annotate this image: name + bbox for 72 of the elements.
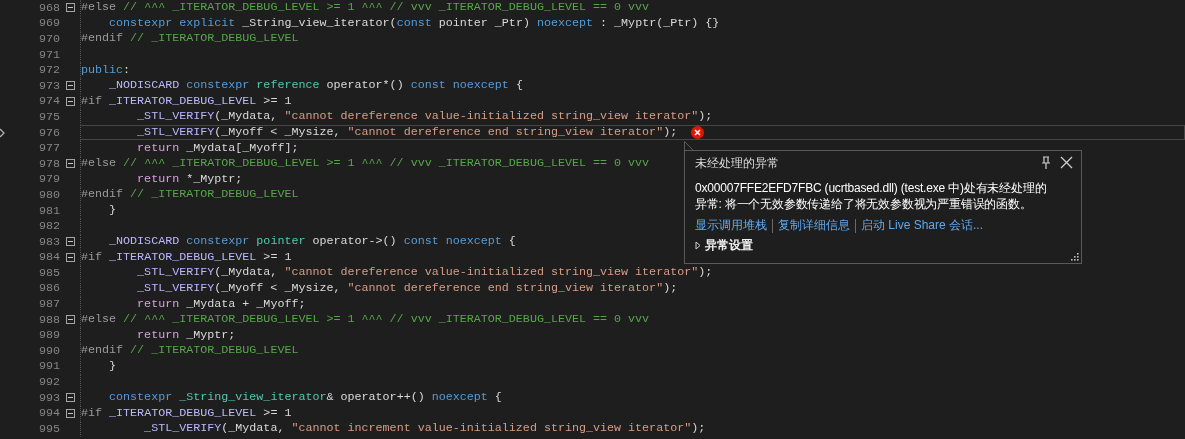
popup-title: 未经处理的异常 [695,154,779,172]
code-line: #endif // _ITERATOR_DEBUG_LEVEL [81,188,299,202]
line-number: 980 [37,187,60,202]
line-number: 988 [37,312,60,327]
line-number: 987 [37,297,60,312]
code-line: } [108,359,117,373]
collapse-icon[interactable] [65,96,75,106]
line-number: 995 [37,421,60,436]
code-line: return _Myptr; [136,328,236,342]
line-number: 970 [37,32,60,46]
code-line: _STL_VERIFY(_Myoff < _Mysize, "cannot dereference end string_view iterator"); [136,282,678,295]
code-line: #if _ITERATOR_DEBUG_LEVEL >= 1 [81,406,292,420]
exception-settings-toggle[interactable]: 异常设置 [705,238,753,253]
code-line: _NODISCARD constexpr pointer operator->() const noexcept { [108,235,516,249]
collapse-icon[interactable] [65,81,75,91]
collapse-icon[interactable] [65,237,75,247]
line-number: 989 [37,328,60,343]
popup-link[interactable]: 复制详细信息 [778,218,850,233]
code-line: _STL_VERIFY(_Mydata, "cannot dereference value-initialized string_view iterator"); [136,110,713,124]
line-number: 985 [37,265,60,280]
resize-grip-icon[interactable] [1069,251,1079,261]
code-line: #else // ^^^ _ITERATOR_DEBUG_LEVEL >= 1 ^^^ // vvv _ITERATOR_DEBUG_LEVEL == 0 vvv [81,313,650,327]
code-line: _STL_VERIFY(_Mydata, "cannot increment value-initialized string_view iterator"); [143,422,706,436]
code-line: constexpr explicit _String_view_iterator(const pointer _Ptr) noexcept : _Myptr(_Ptr) {} [108,16,720,30]
pin-icon[interactable] [1040,156,1052,170]
line-number: 971 [37,47,60,62]
line-number: 990 [37,343,60,358]
line-number: 982 [37,219,60,234]
collapse-icon[interactable] [65,315,75,325]
popup-link[interactable]: 启动 Live Share 会话... [861,218,984,233]
line-number: 974 [37,94,60,109]
line-number: 976 [37,125,60,140]
exception-message: 0x00007FFE2EFD7FBC (ucrtbased.dll) (test.exe 中)处有未经处理的异常: 将一个无效参数传递给了将无效参数视为严重错误的函数。 [695,180,1048,212]
line-number: 981 [37,203,60,218]
line-number: 979 [37,172,60,187]
line-number: 991 [37,359,60,374]
close-icon[interactable] [1060,156,1073,170]
collapse-icon[interactable] [65,159,75,169]
line-number: 983 [37,234,60,249]
line-number: 986 [37,281,60,296]
line-number: 973 [37,78,60,93]
code-line: #if _ITERATOR_DEBUG_LEVEL >= 1 [81,94,292,108]
code-line: constexpr _String_view_iterator& operator++() noexcept { [108,391,502,405]
line-number: 968 [37,0,60,15]
code-line: return _Mydata + _Myoff; [136,297,306,311]
line-number: 978 [37,156,60,171]
code-line: _STL_VERIFY(_Mydata, "cannot dereference value-initialized string_view iterator"); [136,266,713,280]
code-line: public: [81,63,131,77]
line-number: 994 [37,406,60,421]
line-number: 969 [37,16,60,31]
popup-link[interactable]: 显示调用堆栈 [695,218,767,233]
code-line: #else // ^^^ _ITERATOR_DEBUG_LEVEL >= 1 ^^^ // vvv _ITERATOR_DEBUG_LEVEL == 0 vvv [81,157,650,171]
line-number: 972 [37,63,60,78]
collapse-icon[interactable] [65,408,75,418]
collapse-icon[interactable] [65,3,75,13]
expand-arrow-icon[interactable] [695,241,701,250]
code-line: return *_Myptr; [136,172,243,186]
line-number: 993 [37,390,60,405]
line-number: 977 [37,141,60,156]
code-line: #endif // _ITERATOR_DEBUG_LEVEL [81,32,299,46]
code-line: _STL_VERIFY(_Myoff < _Mysize, "cannot dereference end string_view iterator"); [136,126,678,140]
code-line: #else // ^^^ _ITERATOR_DEBUG_LEVEL >= 1 ^^^ // vvv _ITERATOR_DEBUG_LEVEL == 0 vvv [81,1,650,15]
code-line: #if _ITERATOR_DEBUG_LEVEL >= 1 [81,250,292,264]
code-line: #endif // _ITERATOR_DEBUG_LEVEL [81,344,299,358]
line-number: 984 [37,250,60,265]
code-line: } [108,204,117,217]
line-number: 975 [37,109,60,124]
collapse-icon[interactable] [65,393,75,403]
code-line: return _Mydata[_Myoff]; [136,141,299,155]
collapse-icon[interactable] [65,252,75,262]
line-number: 992 [37,375,60,390]
code-line: _NODISCARD constexpr reference operator*() const noexcept { [108,79,523,93]
